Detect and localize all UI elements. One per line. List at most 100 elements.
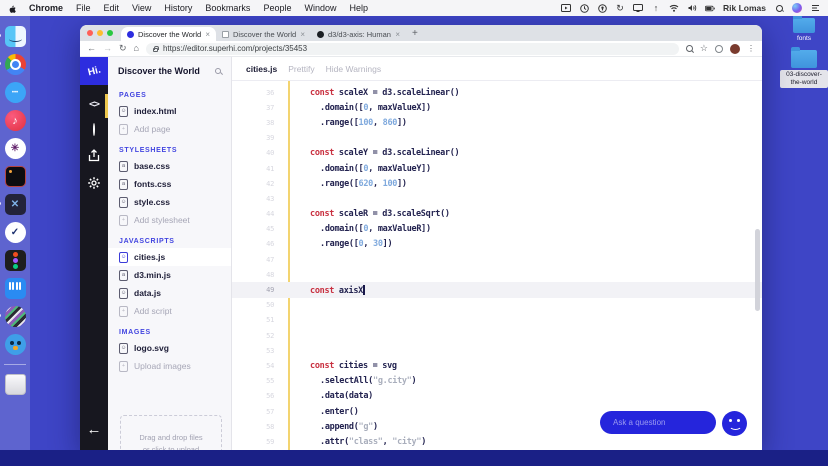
trash-icon[interactable] (4, 374, 26, 395)
back-icon[interactable]: ← (87, 44, 96, 53)
code-line-40[interactable]: 40 const scaleY = d3.scaleLinear() (232, 146, 762, 161)
siri-icon[interactable] (792, 3, 802, 13)
code-line-47[interactable]: 47 (232, 252, 762, 267)
intercom-icon[interactable] (4, 278, 26, 299)
spotlight-icon[interactable] (774, 3, 784, 13)
desktop-folder-project[interactable]: 03-discover-the-world (776, 47, 828, 89)
add-page-button[interactable]: + Add page (108, 120, 231, 138)
tab-close-icon[interactable]: × (395, 30, 400, 39)
add-script-button[interactable]: + Add script (108, 302, 231, 320)
superhi-logo[interactable]: Hi. (80, 57, 108, 85)
menu-app-name[interactable]: Chrome (29, 3, 63, 13)
notification-center-icon[interactable] (810, 3, 820, 13)
bird-app-icon[interactable] (4, 334, 26, 355)
code-line-37[interactable]: 37 .domain([0, maxValueX]) (232, 100, 762, 115)
extension-icon[interactable] (715, 44, 723, 53)
chrome-menu-icon[interactable]: ⋮ (747, 44, 755, 53)
zoom-level-icon[interactable] (685, 45, 693, 52)
help-smiley-button[interactable] (722, 411, 747, 436)
code-area[interactable]: 36 const scaleX = d3.scaleLinear() 37 .doma… (232, 81, 762, 450)
code-line-36[interactable]: 36 const scaleX = d3.scaleLinear() (232, 85, 762, 100)
address-bar[interactable]: https://editor.superhi.com/projects/3545… (145, 42, 679, 55)
file-style-css[interactable]: ☺ style.css (108, 193, 231, 211)
terminal-icon[interactable] (4, 166, 26, 187)
search-icon[interactable] (215, 68, 221, 74)
code-line-55[interactable]: 55 .selectAll("g.city") (232, 374, 762, 389)
code-line-50[interactable]: 50 (232, 298, 762, 313)
close-window-button[interactable] (87, 30, 93, 36)
code-line-48[interactable]: 48 (232, 267, 762, 282)
tab-close-icon[interactable]: × (205, 30, 210, 39)
code-line-59[interactable]: 59 .attr("class", "city") (232, 434, 762, 449)
menu-history[interactable]: History (164, 3, 192, 13)
upload-images-button[interactable]: + Upload images (108, 357, 231, 375)
new-tab-button[interactable]: + (412, 28, 418, 39)
desktop-folder-fonts[interactable]: fonts (776, 15, 828, 42)
clock-icon[interactable] (579, 3, 589, 13)
password-manager-icon[interactable] (597, 3, 607, 13)
screen-icon[interactable] (561, 3, 571, 13)
editor-scrollbar[interactable] (755, 229, 760, 311)
checkmark-app-icon[interactable]: ✓ (4, 222, 26, 243)
menu-help[interactable]: Help (349, 3, 368, 13)
code-line-49[interactable]: 49 const axisX (232, 282, 762, 298)
wifi-icon[interactable] (669, 3, 679, 13)
menu-bookmarks[interactable]: Bookmarks (205, 3, 250, 13)
figma-icon[interactable] (4, 250, 26, 271)
file-dropzone[interactable]: Drag and drop files or click to upload (120, 415, 222, 450)
forward-icon[interactable]: → (103, 44, 112, 53)
code-line-54[interactable]: 54 const cities = svg (232, 358, 762, 373)
settings-gear-icon[interactable] (87, 176, 101, 190)
prettify-button[interactable]: Prettify (288, 64, 314, 74)
back-arrow-button[interactable]: ← (80, 421, 108, 438)
code-line-43[interactable]: 43 (232, 191, 762, 206)
tab-superhi-editor[interactable]: Discover the World - Superhi × (121, 27, 216, 41)
code-view-icon[interactable]: <> (89, 99, 100, 110)
code-line-39[interactable]: 39 (232, 131, 762, 146)
file-d3-min-js[interactable]: a d3.min.js (108, 266, 231, 284)
reload-icon[interactable]: ↻ (119, 44, 127, 53)
messages-icon[interactable] (4, 82, 26, 103)
hide-warnings-button[interactable]: Hide Warnings (326, 64, 381, 74)
file-fonts-css[interactable]: a fonts.css (108, 175, 231, 193)
display-icon[interactable] (633, 3, 643, 13)
file-base-css[interactable]: a base.css (108, 157, 231, 175)
menu-people[interactable]: People (263, 3, 291, 13)
file-data-js[interactable]: ☺ data.js (108, 284, 231, 302)
file-cities-js[interactable]: ☺ cities.js (108, 248, 231, 266)
code-line-52[interactable]: 52 (232, 328, 762, 343)
bookmark-star-icon[interactable]: ☆ (700, 43, 708, 54)
tab-close-icon[interactable]: × (300, 30, 305, 39)
slack-icon[interactable]: ✳ (4, 138, 26, 159)
finder-icon[interactable] (0, 26, 26, 47)
vinyl-app-icon[interactable] (0, 306, 26, 327)
tab-discover-world[interactable]: Discover the World × (216, 27, 311, 41)
url-text[interactable]: https://editor.superhi.com/projects/3545… (163, 44, 307, 53)
menu-file[interactable]: File (76, 3, 91, 13)
music-icon[interactable]: ♪ (4, 110, 26, 131)
share-upload-icon[interactable] (88, 149, 100, 162)
profile-avatar[interactable] (730, 43, 740, 54)
home-icon[interactable]: ⌂ (134, 44, 139, 53)
sync-icon[interactable]: ↻ (615, 3, 625, 13)
menu-username[interactable]: Rik Lomas (723, 3, 766, 13)
battery-icon[interactable] (705, 3, 715, 13)
file-logo-svg[interactable]: ☺ logo.svg (108, 339, 231, 357)
preview-eye-icon[interactable] (93, 123, 95, 136)
menu-view[interactable]: View (132, 3, 151, 13)
menu-edit[interactable]: Edit (104, 3, 120, 13)
code-line-45[interactable]: 45 .domain([0, maxValueR]) (232, 222, 762, 237)
code-line-51[interactable]: 51 (232, 313, 762, 328)
ask-question-button[interactable]: Ask a question (600, 411, 716, 434)
project-title[interactable]: Discover the World (118, 66, 215, 76)
file-index-html[interactable]: ☺ index.html (108, 102, 231, 120)
code-line-46[interactable]: 46 .range([0, 30]) (232, 237, 762, 252)
code-line-56[interactable]: 56 .data(data) (232, 389, 762, 404)
code-line-44[interactable]: 44 const scaleR = d3.scaleSqrt() (232, 207, 762, 222)
chrome-icon[interactable] (0, 54, 26, 75)
arrow-up-icon[interactable]: ↑ (651, 3, 661, 13)
menu-window[interactable]: Window (304, 3, 336, 13)
add-stylesheet-button[interactable]: + Add stylesheet (108, 211, 231, 229)
minimize-window-button[interactable] (97, 30, 103, 36)
code-line-41[interactable]: 41 .domain([0, maxValueY]) (232, 161, 762, 176)
